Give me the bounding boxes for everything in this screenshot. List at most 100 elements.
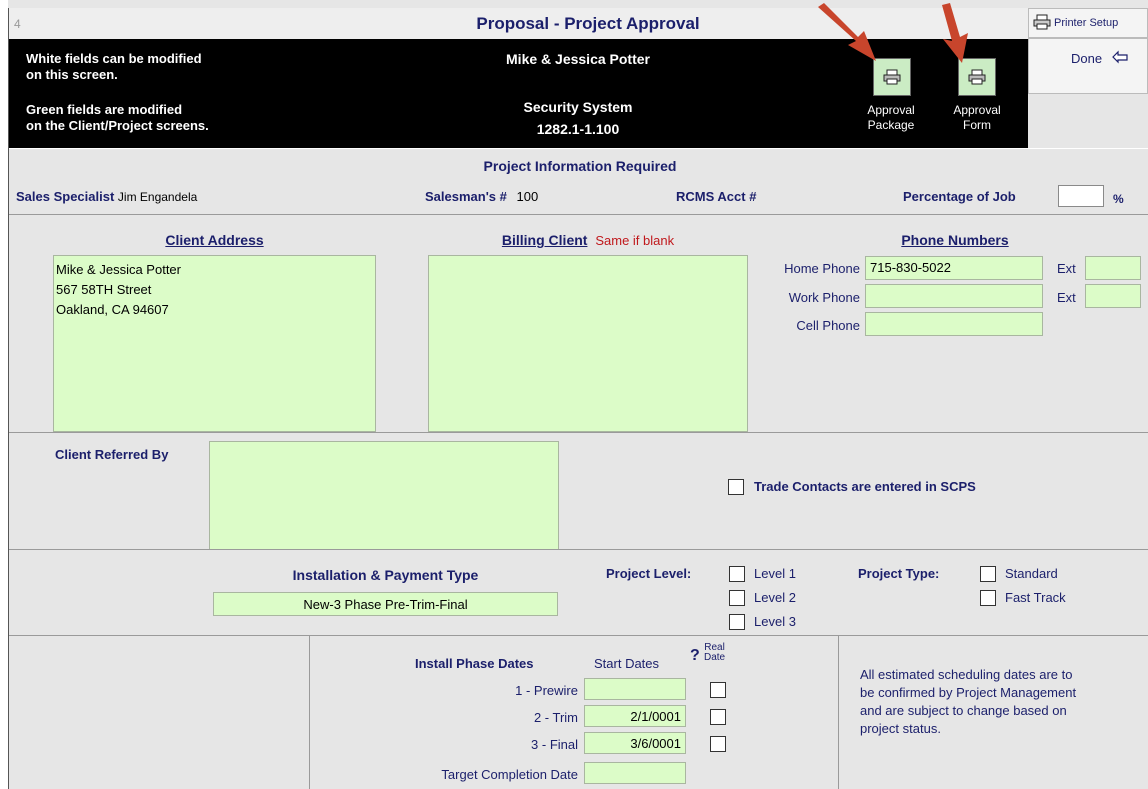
window-border xyxy=(8,8,9,789)
phase-label: 1 - Prewire xyxy=(515,683,578,698)
ext-label: Ext xyxy=(1057,261,1076,276)
work-phone-field[interactable] xyxy=(865,284,1043,308)
target-completion-label: Target Completion Date xyxy=(441,767,578,782)
billing-note: Same if blank xyxy=(595,233,675,248)
printer-icon xyxy=(883,69,901,88)
level2-checkbox[interactable] xyxy=(729,590,745,606)
trade-contacts-label: Trade Contacts are entered in SCPS xyxy=(754,479,976,494)
home-phone-label: Home Phone xyxy=(784,261,860,276)
divider xyxy=(8,549,1148,550)
final-date-field[interactable]: 3/6/0001 xyxy=(584,732,686,754)
label-line: Approval xyxy=(867,103,915,117)
address-line: Mike & Jessica Potter xyxy=(56,262,181,277)
real-date-label: Real Date xyxy=(704,643,725,663)
label-line: Date xyxy=(704,652,726,663)
work-ext-field[interactable] xyxy=(1085,284,1141,308)
prewire-real-checkbox[interactable] xyxy=(710,682,726,698)
screen-number: 4 xyxy=(14,17,21,31)
label-line: Approval xyxy=(953,103,1001,117)
white-fields-note: White fields can be modified on this scr… xyxy=(26,51,202,83)
client-name: Mike & Jessica Potter xyxy=(506,51,650,67)
note-line: and are subject to change based on xyxy=(860,703,1067,718)
approval-window: 4 Proposal - Project Approval Printer Se… xyxy=(0,0,1148,789)
trim-date-field[interactable]: 2/1/0001 xyxy=(584,705,686,727)
final-real-checkbox[interactable] xyxy=(710,736,726,752)
prewire-date-field[interactable] xyxy=(584,678,686,700)
divider xyxy=(8,214,1148,215)
note-line: All estimated scheduling dates are to xyxy=(860,667,1073,682)
trade-contacts-checkbox[interactable] xyxy=(728,479,744,495)
project-type-label: Project Type: xyxy=(858,566,940,581)
help-icon[interactable]: ? xyxy=(690,647,700,665)
divider xyxy=(8,432,1148,433)
project-name: Security System xyxy=(523,99,633,115)
percentage-input[interactable] xyxy=(1058,185,1104,207)
referred-by-field[interactable] xyxy=(209,441,559,550)
salesman-number: Salesman's # 100 xyxy=(425,189,538,204)
cell-phone-label: Cell Phone xyxy=(796,318,860,333)
start-dates-label: Start Dates xyxy=(594,656,660,671)
phase-dates-heading: Install Phase Dates xyxy=(415,656,534,671)
phone-numbers-heading: Phone Numbers xyxy=(901,232,1009,248)
fast-track-label: Fast Track xyxy=(1005,590,1066,605)
label-line: Form xyxy=(963,118,991,132)
project-number: 1282.1-1.100 xyxy=(536,121,620,137)
project-info-heading: Project Information Required xyxy=(483,158,677,174)
standard-checkbox[interactable] xyxy=(980,566,996,582)
address-line: 567 58TH Street xyxy=(56,282,152,297)
approval-form-label: Approval Form xyxy=(942,103,1012,133)
referred-by-label: Client Referred By xyxy=(55,447,169,462)
target-completion-field[interactable] xyxy=(584,762,686,784)
trim-real-checkbox[interactable] xyxy=(710,709,726,725)
done-button[interactable]: Done xyxy=(1028,38,1148,94)
rcms-label: RCMS Acct # xyxy=(676,189,757,204)
level2-label: Level 2 xyxy=(754,590,796,605)
fast-track-checkbox[interactable] xyxy=(980,590,996,606)
sales-specialist-label: Sales Specialist xyxy=(16,189,115,204)
divider xyxy=(309,636,310,789)
billing-client-heading: Billing Client Same if blank xyxy=(428,232,748,248)
window-title: Proposal - Project Approval xyxy=(476,14,700,33)
sales-specialist-value: Jim Engandela xyxy=(117,190,198,204)
note-line: project status. xyxy=(860,721,941,736)
billing-client-label: Billing Client xyxy=(501,232,588,248)
green-fields-note: Green fields are modified on the Client/… xyxy=(26,102,209,134)
home-phone-field[interactable]: 715-830-5022 xyxy=(865,256,1043,280)
phase-label: 3 - Final xyxy=(531,737,578,752)
salesman-label: Salesman's # xyxy=(425,189,507,204)
address-line: Oakland, CA 94607 xyxy=(56,302,169,317)
note-line: White fields can be modified xyxy=(26,51,202,66)
printer-icon xyxy=(1033,14,1051,30)
billing-client-field[interactable] xyxy=(428,255,748,432)
level3-checkbox[interactable] xyxy=(729,614,745,630)
printer-setup-label: Printer Setup xyxy=(1054,17,1119,29)
label-line: Package xyxy=(867,118,915,132)
arrow-annotation-icon xyxy=(818,3,876,61)
level1-checkbox[interactable] xyxy=(729,566,745,582)
level1-label: Level 1 xyxy=(754,566,796,581)
home-ext-field[interactable] xyxy=(1085,256,1141,280)
note-line: on the Client/Project screens. xyxy=(26,118,209,133)
percentage-label: Percentage of Job xyxy=(903,189,1016,204)
installation-type-field[interactable]: New-3 Phase Pre-Trim-Final xyxy=(213,592,558,616)
note-line: be confirmed by Project Management xyxy=(860,685,1077,700)
standard-label: Standard xyxy=(1005,566,1058,581)
divider xyxy=(838,636,839,789)
printer-setup-button[interactable]: Printer Setup xyxy=(1028,8,1148,38)
header-panel: White fields can be modified on this scr… xyxy=(8,3,1028,148)
ext-label: Ext xyxy=(1057,290,1076,305)
divider xyxy=(8,148,1148,149)
done-label: Done xyxy=(1071,51,1103,66)
window-border xyxy=(0,0,8,789)
divider xyxy=(8,635,1148,636)
approval-package-label: Approval Package xyxy=(856,103,926,133)
installation-heading: Installation & Payment Type xyxy=(292,567,479,583)
phase-label: 2 - Trim xyxy=(533,710,578,725)
cell-phone-field[interactable] xyxy=(865,312,1043,336)
work-phone-label: Work Phone xyxy=(788,290,860,305)
note-line: on this screen. xyxy=(26,67,118,82)
client-address-heading: Client Address xyxy=(165,232,264,248)
project-level-label: Project Level: xyxy=(606,566,692,581)
percent-sign: % xyxy=(1113,192,1124,206)
client-address-field[interactable]: Mike & Jessica Potter 567 58TH Street Oa… xyxy=(53,255,376,432)
